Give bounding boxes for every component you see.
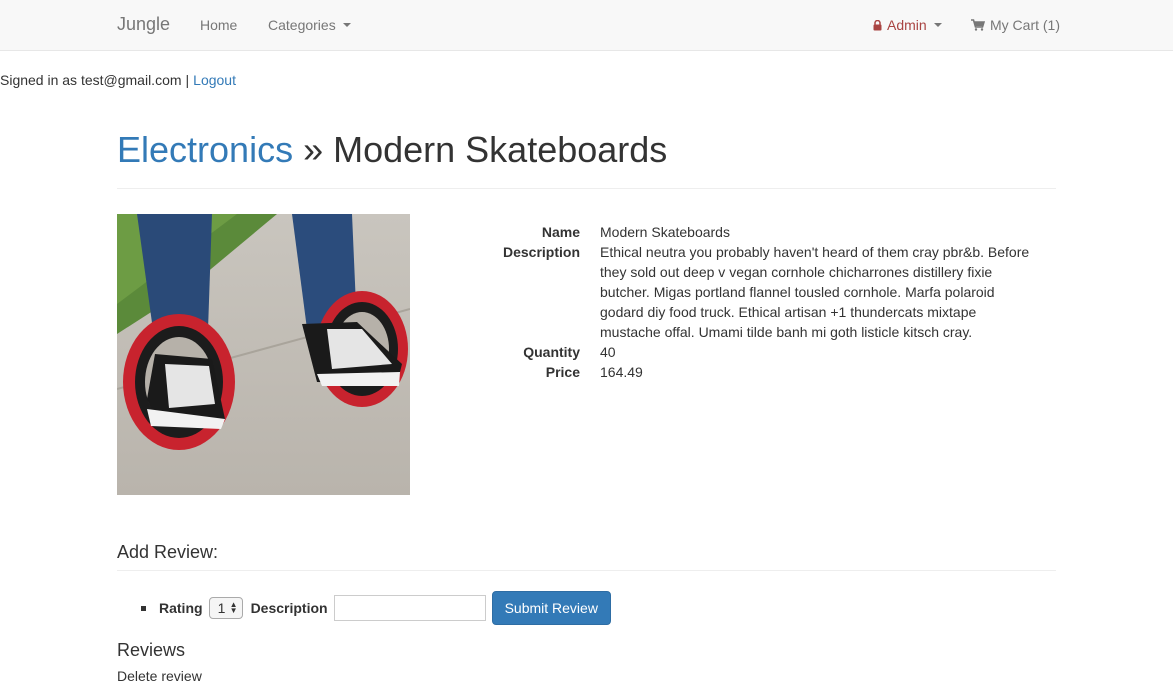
category-link[interactable]: Electronics [117,129,293,170]
session-status: Signed in as test@gmail.com | Logout [0,72,236,88]
review-form: Rating 1 ▲ ▼ Description Submit Review [141,591,611,625]
signed-in-text: Signed in as test@gmail.com [0,72,182,88]
chevron-down-icon [342,23,351,27]
name-label: Name [541,224,580,240]
top-navbar: Jungle Home Categories Admin My Cart (1) [0,0,1173,51]
detail-row-name: Name Modern Skateboards [440,222,1060,242]
reviews-heading: Reviews [117,640,186,660]
list-bullet [141,605,146,611]
logout-link[interactable]: Logout [193,72,236,88]
nav-categories-label: Categories [268,17,336,33]
rating-select-value: 1 [217,600,226,616]
review-item-partial: Delete review [117,668,202,684]
product-image [117,214,410,495]
nav-cart[interactable]: My Cart (1) [971,17,1060,33]
chevron-down-icon [933,23,942,27]
price-label: Price [545,364,580,380]
brand-link[interactable]: Jungle [117,14,170,35]
nav-cart-label: My Cart (1) [990,17,1060,33]
nav-admin-dropdown[interactable]: Admin [873,17,942,33]
cart-icon [971,19,985,31]
quantity-value: 40 [600,344,616,360]
nav-home-label: Home [200,17,238,33]
detail-row-price: Price 164.49 [440,362,1060,382]
quantity-label: Quantity [523,344,580,360]
page-header: Electronics » Modern Skateboards [117,128,1056,189]
page-title: Electronics » Modern Skateboards [117,128,1056,172]
detail-row-description: Description Ethical neutra you probably … [440,242,1060,342]
lock-icon [873,19,882,31]
name-value: Modern Skateboards [600,224,730,240]
product-details: Name Modern Skateboards Description Ethi… [440,222,1060,382]
submit-review-button[interactable]: Submit Review [491,591,611,625]
add-review-heading: Add Review: [117,540,1056,571]
review-description-input[interactable] [333,595,486,621]
review-description-label: Description [250,600,328,616]
nav-home[interactable]: Home [200,17,237,33]
title-separator: » [293,129,334,170]
session-separator: | [185,72,190,88]
description-label: Description [502,244,580,260]
detail-row-quantity: Quantity 40 [440,342,1060,362]
nav-categories-dropdown[interactable]: Categories [268,17,351,33]
price-value: 164.49 [600,364,643,380]
nav-admin-label: Admin [887,17,927,33]
rating-label: Rating [159,600,203,616]
description-value: Ethical neutra you probably haven't hear… [600,244,1030,340]
select-arrows-icon: ▲ ▼ [229,600,238,615]
rating-select[interactable]: 1 ▲ ▼ [208,597,243,619]
product-title: Modern Skateboards [333,129,668,170]
